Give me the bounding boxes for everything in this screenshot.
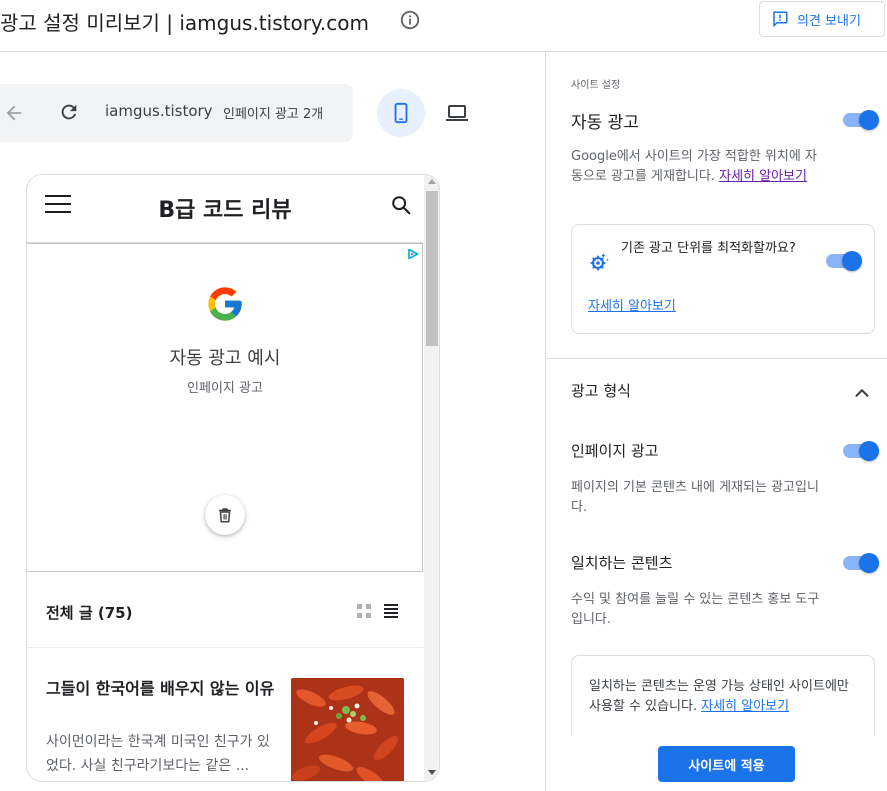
auto-ads-toggle[interactable] xyxy=(843,110,879,130)
blog-header: B급 코드 리뷰 xyxy=(27,175,423,243)
inpage-ads-toggle[interactable] xyxy=(843,441,879,461)
ad-count: 인페이지 광고 2개 xyxy=(223,107,324,122)
search-icon[interactable] xyxy=(390,194,412,216)
grid-view-icon[interactable] xyxy=(357,604,371,618)
scroll-up-arrow-icon[interactable] xyxy=(428,179,436,184)
settings-panel: 사이트 설정 자동 광고 Google에서 사이트의 가장 적합한 위치에 자동… xyxy=(545,52,887,791)
ad-format-label[interactable]: 광고 형식 xyxy=(571,380,631,401)
site-settings-label: 사이트 설정 xyxy=(571,80,621,91)
preview-area: iamgus.tistory 인페이지 광고 2개 B급 코드 리뷰 자동 광고… xyxy=(0,52,545,791)
refresh-icon[interactable] xyxy=(58,101,80,123)
remove-ad-button[interactable] xyxy=(205,495,245,535)
matched-content-toggle[interactable] xyxy=(843,553,879,573)
arrow-back-icon[interactable] xyxy=(3,102,25,124)
optimize-ad-units-card: 기존 광고 단위를 최적화할까요? 자세히 알아보기 xyxy=(571,224,875,334)
trash-icon xyxy=(219,508,231,523)
post-list-header: 전체 글 (75) xyxy=(27,572,423,648)
page-title: 광고 설정 미리보기 | iamgus.tistory.com xyxy=(0,11,369,35)
preview-scrollbar[interactable] xyxy=(424,175,439,781)
desktop-view-button[interactable] xyxy=(433,89,481,137)
settings-sparkle-icon xyxy=(590,253,609,271)
list-view-icon[interactable] xyxy=(384,604,398,618)
inpage-ads-description: 페이지의 기본 콘텐츠 내에 게재되는 광고입니다. xyxy=(571,480,819,515)
top-bar: 광고 설정 미리보기 | iamgus.tistory.com 의견 보내기 xyxy=(0,0,887,52)
inpage-ads-label: 인페이지 광고 xyxy=(571,442,659,460)
optimize-ad-units-text: 기존 광고 단위를 최적화할까요? xyxy=(621,241,796,256)
info-icon[interactable] xyxy=(399,9,421,31)
matched-content-note-text: 일치하는 콘텐츠는 운영 가능 상태인 사이트에만 사용할 수 있습니다. 자세… xyxy=(589,679,849,714)
preview-url: iamgus.tistory xyxy=(105,102,213,120)
auto-ads-learn-more-link[interactable]: 자세히 알아보기 xyxy=(719,169,807,184)
ad-example-title: 자동 광고 예시 xyxy=(169,348,281,369)
matched-content-label: 일치하는 콘텐츠 xyxy=(571,554,673,572)
scroll-down-arrow-icon[interactable] xyxy=(428,770,436,775)
optimize-learn-more-link[interactable]: 자세히 알아보기 xyxy=(588,295,676,314)
ad-example-subtitle: 인페이지 광고 xyxy=(187,381,263,396)
mobile-view-button[interactable] xyxy=(377,89,425,137)
note-learn-more-link[interactable]: 자세히 알아보기 xyxy=(701,699,789,714)
auto-ads-description: Google에서 사이트의 가장 적합한 위치에 자동으로 광고를 게재합니다.… xyxy=(571,149,817,184)
post-list-title: 전체 글 (75) xyxy=(46,604,133,622)
auto-ads-label: 자동 광고 xyxy=(571,113,639,133)
send-feedback-label: 의견 보내기 xyxy=(797,13,861,29)
post-thumbnail xyxy=(291,678,404,781)
auto-ad-placeholder: 자동 광고 예시 인페이지 광고 xyxy=(27,243,423,572)
adchoices-icon[interactable] xyxy=(407,248,419,260)
scroll-thumb[interactable] xyxy=(426,191,438,346)
list-item[interactable]: 그들이 한국어를 배우지 않는 이유 사이먼이라는 한국계 미국인 친구가 있었… xyxy=(27,648,423,781)
section-divider xyxy=(546,358,887,359)
send-feedback-button[interactable]: 의견 보내기 xyxy=(759,1,885,37)
post-excerpt: 사이먼이라는 한국계 미국인 친구가 있었다. 사실 친구라기보다는 같은 ..… xyxy=(46,734,270,774)
google-g-icon xyxy=(208,287,242,321)
smartphone-icon xyxy=(394,102,408,124)
laptop-icon xyxy=(446,105,468,121)
mobile-preview-frame: B급 코드 리뷰 자동 광고 예시 인페이지 광고 전체 글 (75) 그들이 … xyxy=(26,174,440,782)
mobile-preview-content[interactable]: B급 코드 리뷰 자동 광고 예시 인페이지 광고 전체 글 (75) 그들이 … xyxy=(27,175,423,781)
preview-toolbar: iamgus.tistory 인페이지 광고 2개 xyxy=(0,84,353,142)
optimize-ad-units-toggle[interactable] xyxy=(826,251,862,271)
post-title: 그들이 한국어를 배우지 않는 이유 xyxy=(46,679,275,698)
chevron-up-icon[interactable] xyxy=(851,382,873,404)
matched-content-description: 수익 및 참여를 늘릴 수 있는 콘텐츠 홍보 도구입니다. xyxy=(571,592,820,627)
apply-to-site-button[interactable]: 사이트에 적용 xyxy=(658,746,795,782)
feedback-icon xyxy=(773,11,788,27)
blog-title: B급 코드 리뷰 xyxy=(158,198,292,223)
